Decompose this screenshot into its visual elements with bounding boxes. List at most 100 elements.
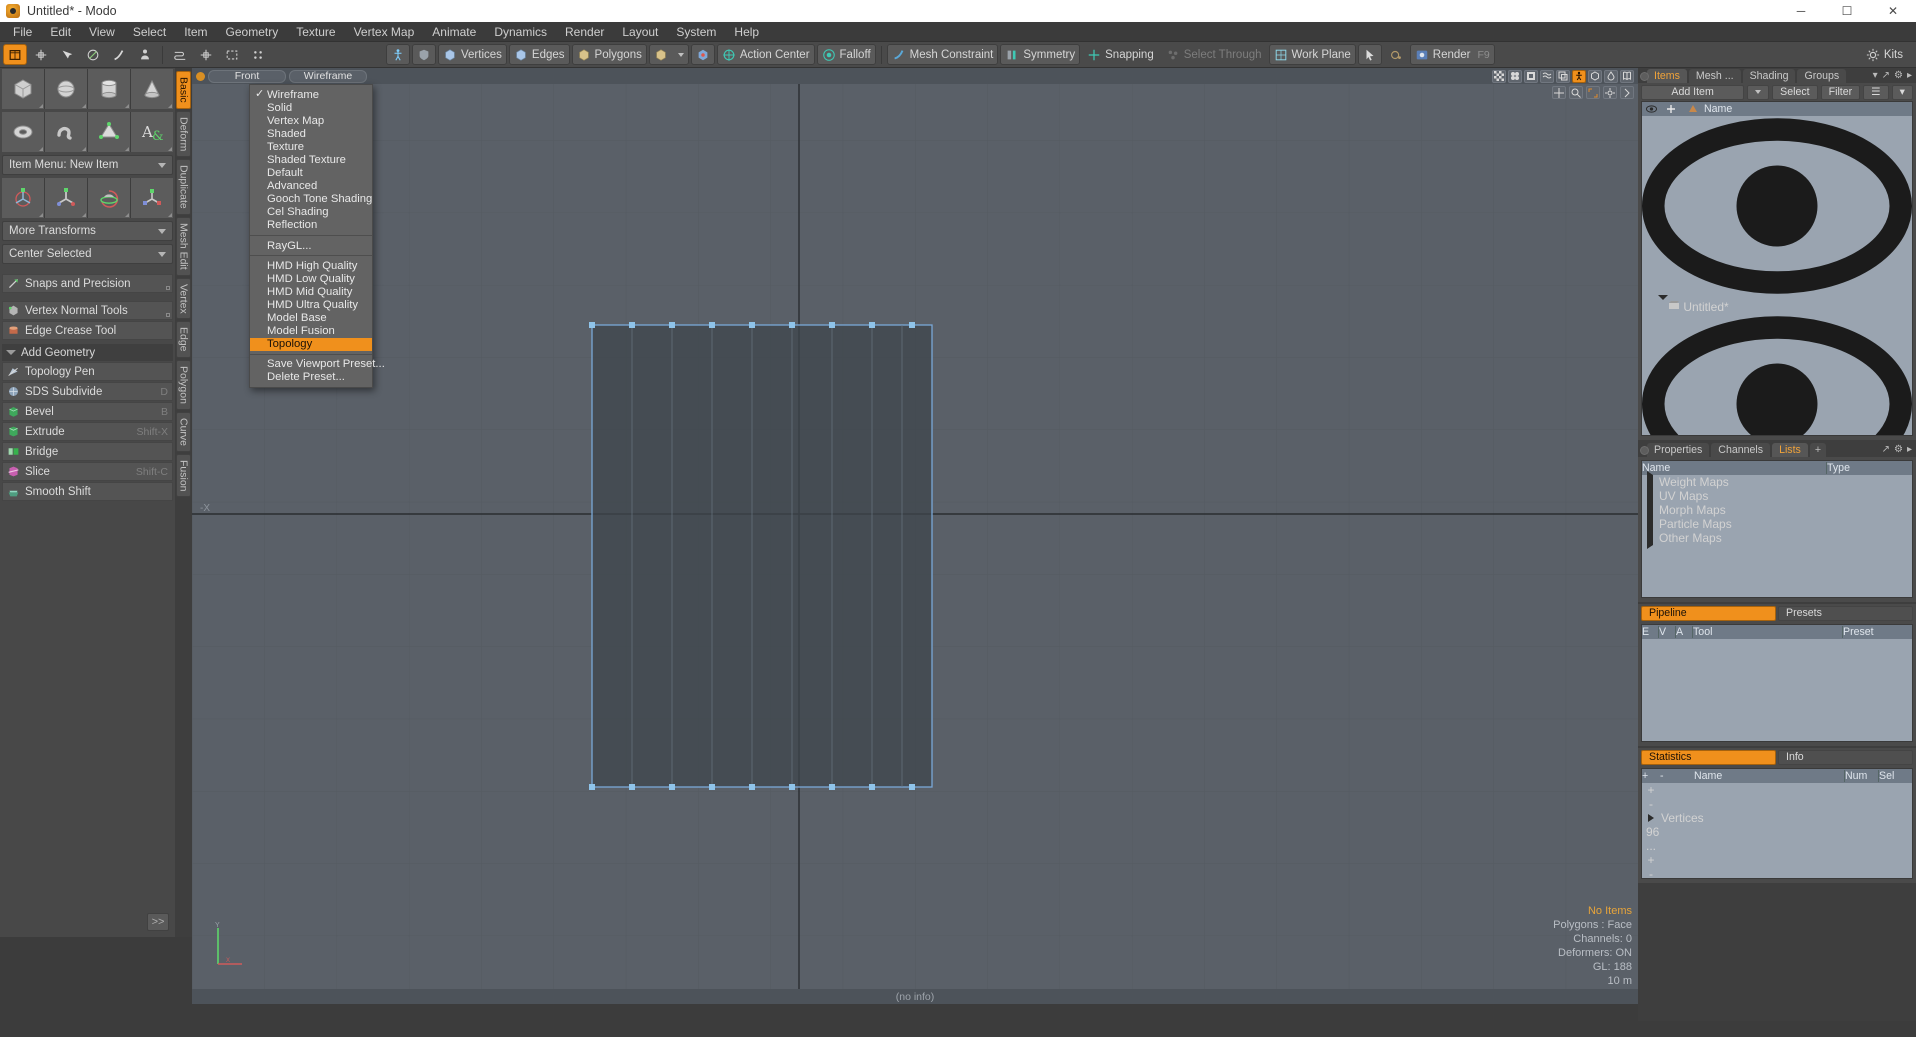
- add-item-button[interactable]: Add Item: [1641, 85, 1744, 100]
- tab-shading[interactable]: Shading: [1743, 69, 1796, 83]
- chevron-right-icon[interactable]: [1647, 527, 1653, 549]
- chevron-down-icon[interactable]: [678, 53, 684, 57]
- table-row[interactable]: + - Edges 168 ...: [1642, 853, 1912, 879]
- flow-icon[interactable]: [168, 44, 192, 65]
- maximize-icon[interactable]: [1586, 86, 1600, 99]
- move-tool[interactable]: [45, 178, 87, 218]
- arrow-right-icon[interactable]: ▸: [1907, 70, 1912, 81]
- falloff-button[interactable]: Falloff: [817, 44, 876, 65]
- items-list[interactable]: Name Untitled* Mesh: [1641, 101, 1913, 436]
- layout-icon[interactable]: [1556, 70, 1570, 83]
- item-mode-icon[interactable]: [3, 44, 27, 65]
- menu-item-wireframe[interactable]: Wireframe: [250, 88, 372, 101]
- arrow-right-icon[interactable]: ▸: [1907, 444, 1912, 455]
- torus-tool[interactable]: [2, 112, 44, 152]
- snapping-button[interactable]: Snapping: [1082, 44, 1159, 65]
- list-item[interactable]: Other Maps: [1642, 531, 1912, 545]
- gear-icon[interactable]: ⚙: [1894, 70, 1903, 81]
- cube-tool[interactable]: [2, 69, 44, 109]
- menu-item-topology[interactable]: Topology: [250, 338, 372, 351]
- stats-remove-button[interactable]: -: [1642, 797, 1660, 811]
- viewport-menu-dot-icon[interactable]: [196, 72, 205, 81]
- chevron-right-icon[interactable]: [1648, 814, 1654, 822]
- add-item-dropdown[interactable]: [1747, 85, 1769, 100]
- filter-funnel-icon[interactable]: ▾: [1892, 85, 1913, 100]
- menu-item-default[interactable]: Default: [250, 167, 372, 180]
- menu-item-hmd-high-quality[interactable]: HMD High Quality: [250, 259, 372, 272]
- menu-item-reflection[interactable]: Reflection: [250, 219, 372, 232]
- vtab-edge[interactable]: Edge: [176, 321, 191, 358]
- marquee-icon[interactable]: [220, 44, 244, 65]
- move-view-icon[interactable]: [1552, 86, 1566, 99]
- menu-item-hmd-low-quality[interactable]: HMD Low Quality: [250, 272, 372, 285]
- grid-icon[interactable]: [1508, 70, 1522, 83]
- menu-item-solid[interactable]: Solid: [250, 101, 372, 114]
- menu-item-hmd-ultra-quality[interactable]: HMD Ultra Quality: [250, 298, 372, 311]
- table-row[interactable]: Mesh: [1642, 314, 1912, 436]
- menu-item-shaded-texture[interactable]: Shaded Texture: [250, 153, 372, 166]
- tool-topology-pen[interactable]: Topology Pen: [2, 362, 173, 381]
- move-icon[interactable]: [194, 44, 218, 65]
- cursor-tool-icon[interactable]: [1358, 44, 1382, 65]
- vtab-deform[interactable]: Deform: [176, 111, 191, 157]
- render-settings-icon[interactable]: [1384, 44, 1408, 65]
- visibility-toggle[interactable]: [1642, 314, 1912, 436]
- vtab-fusion[interactable]: Fusion: [176, 454, 191, 498]
- vtab-curve[interactable]: Curve: [176, 412, 191, 452]
- edges-mode[interactable]: Edges: [509, 44, 570, 65]
- stats-remove-button[interactable]: -: [1642, 867, 1660, 879]
- list-item[interactable]: Weight Maps: [1642, 475, 1912, 489]
- tab-properties[interactable]: Properties: [1647, 443, 1709, 457]
- viewport-view-tab[interactable]: Front: [208, 70, 286, 83]
- list-options-icon[interactable]: ☰: [1863, 85, 1889, 100]
- table-row[interactable]: Untitled*: [1642, 116, 1912, 314]
- maximize-button[interactable]: ☐: [1824, 0, 1870, 22]
- menu-item-cel-shading[interactable]: Cel Shading: [250, 206, 372, 219]
- prism-tool[interactable]: [88, 112, 130, 152]
- menu-layout[interactable]: Layout: [613, 22, 667, 42]
- menu-item-texture[interactable]: Texture: [250, 140, 372, 153]
- menu-geometry[interactable]: Geometry: [217, 22, 288, 42]
- zoom-icon[interactable]: [1569, 86, 1583, 99]
- tool-smooth-shift[interactable]: Smooth Shift: [2, 482, 173, 501]
- expand-icon[interactable]: ↗: [1882, 70, 1890, 81]
- snaps-and-precision-item[interactable]: Snaps and Precision: [2, 274, 173, 293]
- render-button[interactable]: Render F9: [1410, 44, 1495, 65]
- transform-tool[interactable]: [2, 178, 44, 218]
- capsule-tool[interactable]: [45, 112, 87, 152]
- item-menu-dropdown[interactable]: Item Menu: New Item: [2, 155, 173, 175]
- gear-icon[interactable]: ⚙: [1894, 444, 1903, 455]
- tab-groups[interactable]: Groups: [1797, 69, 1846, 83]
- vertex-normal-tools-item[interactable]: Vertex Normal Tools: [2, 301, 173, 320]
- scale-tool[interactable]: [131, 178, 173, 218]
- tab-pipeline[interactable]: Pipeline: [1641, 606, 1776, 621]
- person-icon[interactable]: [1572, 70, 1586, 83]
- menu-item-gooch-tone-shading[interactable]: Gooch Tone Shading: [250, 193, 372, 206]
- menu-item-raygl[interactable]: RayGL...: [250, 239, 372, 252]
- pen-icon[interactable]: [81, 44, 105, 65]
- expand-panel-button[interactable]: >>: [147, 913, 169, 931]
- table-row[interactable]: + - Vertices 96 ...: [1642, 783, 1912, 853]
- wave-icon[interactable]: [1540, 70, 1554, 83]
- menu-view[interactable]: View: [80, 22, 124, 42]
- tab-mesh[interactable]: Mesh ...: [1689, 69, 1741, 83]
- man-icon[interactable]: [386, 44, 410, 65]
- menu-item-hmd-mid-quality[interactable]: HMD Mid Quality: [250, 285, 372, 298]
- close-button[interactable]: ✕: [1870, 0, 1916, 22]
- lasso-select-icon[interactable]: [55, 44, 79, 65]
- paint-icon[interactable]: [107, 44, 131, 65]
- menu-file[interactable]: File: [4, 22, 41, 42]
- checker-icon[interactable]: [1492, 70, 1506, 83]
- stats-add-button[interactable]: +: [1642, 853, 1660, 867]
- tool-sds-subdivide[interactable]: SDS Subdivide D: [2, 382, 173, 401]
- gear-icon[interactable]: [1603, 86, 1617, 99]
- select-through-button[interactable]: Select Through: [1161, 44, 1267, 65]
- vtab-duplicate[interactable]: Duplicate: [176, 159, 191, 215]
- expand-dot[interactable]: [166, 313, 170, 317]
- cylinder-tool[interactable]: [88, 69, 130, 109]
- rotate-tool[interactable]: [88, 178, 130, 218]
- menu-select[interactable]: Select: [124, 22, 175, 42]
- list-item[interactable]: UV Maps: [1642, 489, 1912, 503]
- list-item[interactable]: Morph Maps: [1642, 503, 1912, 517]
- cone-tool[interactable]: [131, 69, 173, 109]
